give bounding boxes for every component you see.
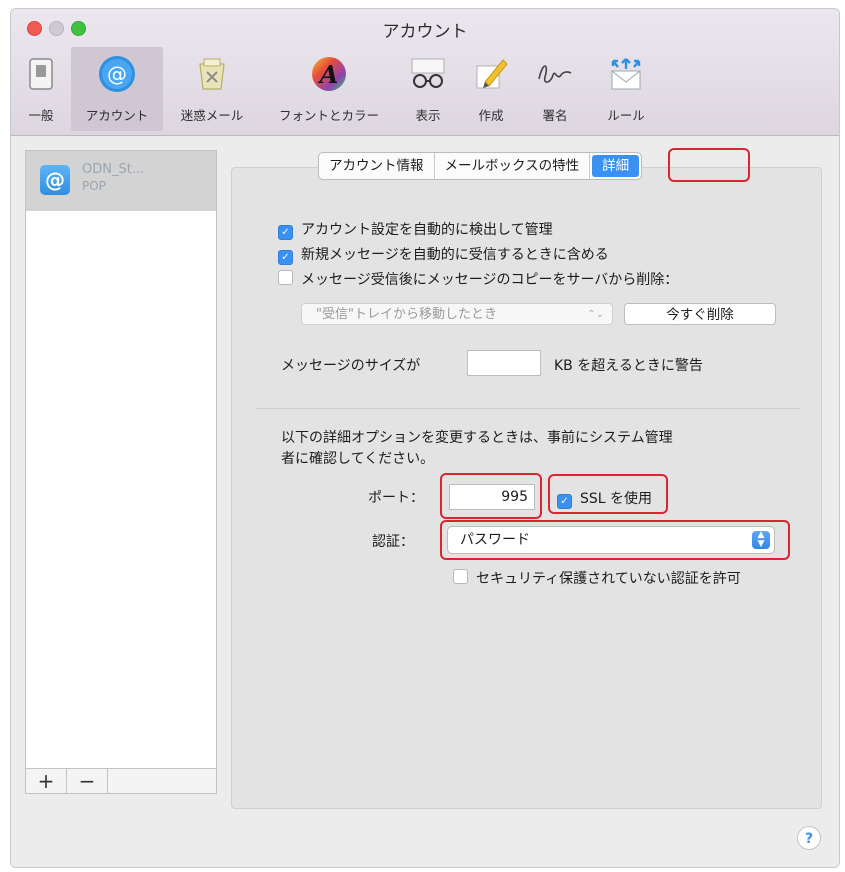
tab-account-info[interactable]: アカウント情報 <box>319 153 435 179</box>
switch-icon <box>20 53 62 95</box>
toolbar-label: 署名 <box>542 108 568 123</box>
at-icon: @ <box>40 165 70 195</box>
toolbar-label: 一般 <box>28 108 54 123</box>
toolbar-item-fonts-colors[interactable]: A フォントとカラー <box>273 47 385 131</box>
svg-text:A: A <box>318 60 339 89</box>
highlight-auth <box>440 520 790 560</box>
account-list[interactable]: @ ODN_St... POP <box>25 150 217 770</box>
remove-account-button[interactable]: − <box>67 769 108 793</box>
delete-copy-label: メッセージ受信後にメッセージのコピーをサーバから削除： <box>301 272 679 288</box>
signature-icon <box>534 53 576 95</box>
toolbar-label: 表示 <box>415 108 441 123</box>
toolbar-item-compose[interactable]: 作成 <box>466 47 516 131</box>
delete-copy-row[interactable]: メッセージ受信後にメッセージのコピーをサーバから削除： <box>278 269 678 289</box>
help-button[interactable]: ? <box>797 826 821 850</box>
tab-bar: アカウント情報 メールボックスの特性 詳細 <box>318 152 643 180</box>
toolbar-item-accounts[interactable]: @ アカウント <box>71 47 163 131</box>
size-warning-suffix: KB を超えるときに警告 <box>554 358 703 374</box>
divider <box>255 408 800 409</box>
title-bar: アカウント 一般 @ アカウント 迷惑メール A フォントとカラー 表示 作成 … <box>11 9 839 136</box>
include-new-label: 新規メッセージを自動的に受信するときに含める <box>301 247 609 263</box>
tab-mailbox-behaviors[interactable]: メールボックスの特性 <box>435 153 591 179</box>
at-icon: @ <box>96 53 138 95</box>
highlight-port <box>440 473 542 519</box>
account-list-item[interactable]: @ ODN_St... POP <box>26 151 216 211</box>
highlight-ssl <box>548 474 668 514</box>
toolbar-item-signatures[interactable]: 署名 <box>530 47 580 131</box>
updown-arrow-icon: ⌃⌄ <box>587 309 604 320</box>
toolbar-item-general[interactable]: 一般 <box>15 47 67 131</box>
auto-detect-label: アカウント設定を自動的に検出して管理 <box>301 222 553 238</box>
toolbar-item-junk[interactable]: 迷惑メール <box>171 47 253 131</box>
auto-detect-row[interactable]: ✓ アカウント設定を自動的に検出して管理 <box>278 219 553 240</box>
delete-now-button[interactable]: 今すぐ削除 <box>624 303 776 325</box>
window-title: アカウント <box>382 22 468 42</box>
toolbar-label: 作成 <box>478 108 504 123</box>
auth-label: 認証： <box>372 534 414 550</box>
delete-when-value: "受信"トレイから移動したとき <box>316 307 497 322</box>
glasses-icon <box>407 53 449 95</box>
account-list-controls: + − <box>25 768 217 794</box>
tab-advanced[interactable]: 詳細 <box>592 155 640 177</box>
add-account-button[interactable]: + <box>26 769 67 793</box>
auto-detect-checkbox[interactable]: ✓ <box>278 225 293 240</box>
notice-line-2: 者に確認してください。 <box>281 451 435 467</box>
toolbar-item-view[interactable]: 表示 <box>403 47 453 131</box>
pencil-icon <box>470 53 512 95</box>
account-name: ODN_St... <box>82 162 145 177</box>
rules-envelope-icon <box>605 53 647 95</box>
port-label: ポート： <box>368 490 424 506</box>
include-new-checkbox[interactable]: ✓ <box>278 250 293 265</box>
insecure-auth-row[interactable]: セキュリティ保護されていない認証を許可 <box>453 568 741 588</box>
toolbar-label: フォントとカラー <box>278 108 379 123</box>
toolbar-label: 迷惑メール <box>180 108 244 123</box>
notice-line-1: 以下の詳細オプションを変更するときは、事前にシステム管理 <box>281 430 673 446</box>
delete-copy-checkbox[interactable] <box>278 270 293 285</box>
account-type: POP <box>82 179 106 193</box>
junk-trash-icon <box>191 53 233 95</box>
insecure-auth-checkbox[interactable] <box>453 569 468 584</box>
font-color-icon: A <box>308 53 350 95</box>
size-warning-input[interactable] <box>467 350 541 376</box>
include-new-row[interactable]: ✓ 新規メッセージを自動的に受信するときに含める <box>278 244 609 265</box>
size-warning-prefix: メッセージのサイズが <box>281 358 421 374</box>
svg-text:@: @ <box>107 62 127 86</box>
highlight-advanced-tab <box>668 148 750 182</box>
toolbar-label: アカウント <box>85 108 149 123</box>
insecure-auth-label: セキュリティ保護されていない認証を許可 <box>476 571 741 587</box>
delete-when-select[interactable]: "受信"トレイから移動したとき ⌃⌄ <box>301 303 613 325</box>
toolbar-item-rules[interactable]: ルール <box>591 47 661 131</box>
toolbar-label: ルール <box>607 108 645 123</box>
